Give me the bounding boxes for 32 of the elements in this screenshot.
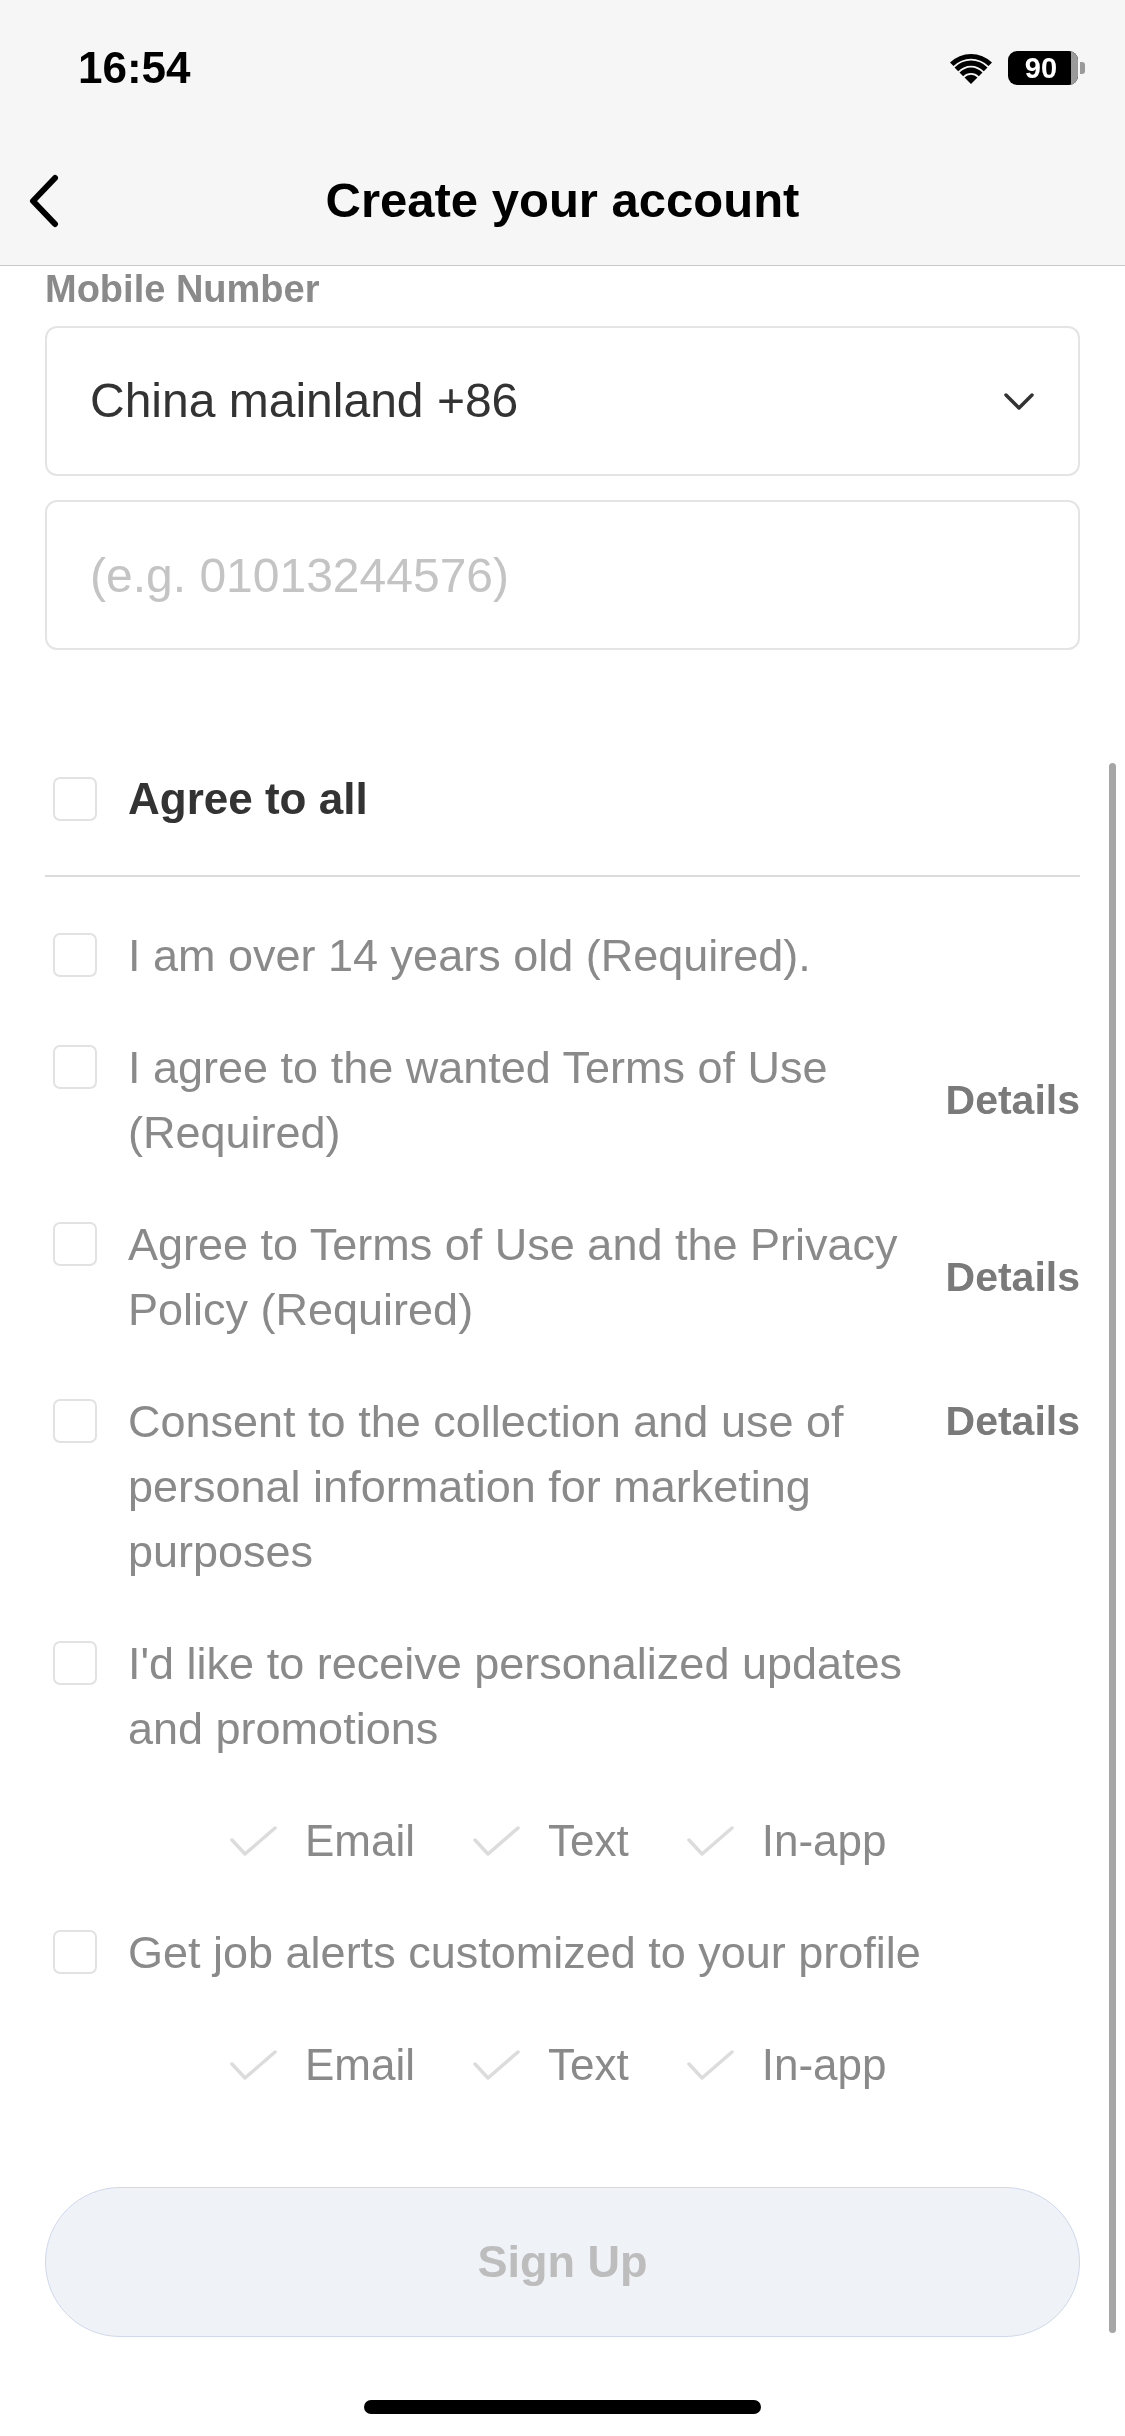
page-title: Create your account (325, 171, 800, 229)
wifi-icon (950, 52, 992, 84)
channel-option[interactable]: Text (473, 2031, 629, 2098)
country-select[interactable]: China mainland +86 (45, 326, 1080, 476)
channel-option[interactable]: Email (230, 2031, 416, 2098)
checkbox[interactable] (53, 1222, 97, 1266)
checkbox[interactable] (53, 933, 97, 977)
back-chevron-icon (28, 173, 60, 228)
agreement-label: I'd like to receive personalized updates and promotions (128, 1637, 904, 1756)
channel-option[interactable]: In-app (686, 1807, 887, 1874)
details-link[interactable]: Details (945, 1244, 1080, 1310)
field-label: Mobile Number (45, 268, 320, 310)
channel-option[interactable]: Email (230, 1807, 416, 1874)
details-link[interactable]: Details (945, 1067, 1080, 1133)
battery-indicator: 90 (1008, 51, 1085, 85)
agreement-label: I agree to the wanted Terms of Use (Required) (128, 1041, 829, 1160)
details-link[interactable]: Details (945, 1389, 1080, 1454)
agreement-label: Consent to the collection and use of personal information for marketing purposes (128, 1395, 845, 1579)
chevron-down-icon (1004, 392, 1034, 410)
agreement-label: Agree to Terms of Use and the Privacy Policy (Required) (128, 1218, 899, 1337)
phone-input[interactable]: (e.g. 01013244576) (45, 500, 1080, 650)
channel-option[interactable]: In-app (686, 2031, 887, 2098)
checkbox[interactable] (53, 1641, 97, 1685)
agreement-label: Get job alerts customized to your profile (128, 1926, 922, 1980)
checkbox[interactable] (53, 1930, 97, 1974)
channel-option[interactable]: Text (473, 1807, 629, 1874)
checkbox[interactable] (53, 777, 97, 821)
agree-all-label: Agree to all (128, 773, 368, 825)
checkbox[interactable] (53, 1399, 97, 1443)
agreement-label: I am over 14 years old (Required). (128, 929, 812, 983)
status-time: 16:54 (78, 46, 191, 90)
checkbox[interactable] (53, 1045, 97, 1089)
